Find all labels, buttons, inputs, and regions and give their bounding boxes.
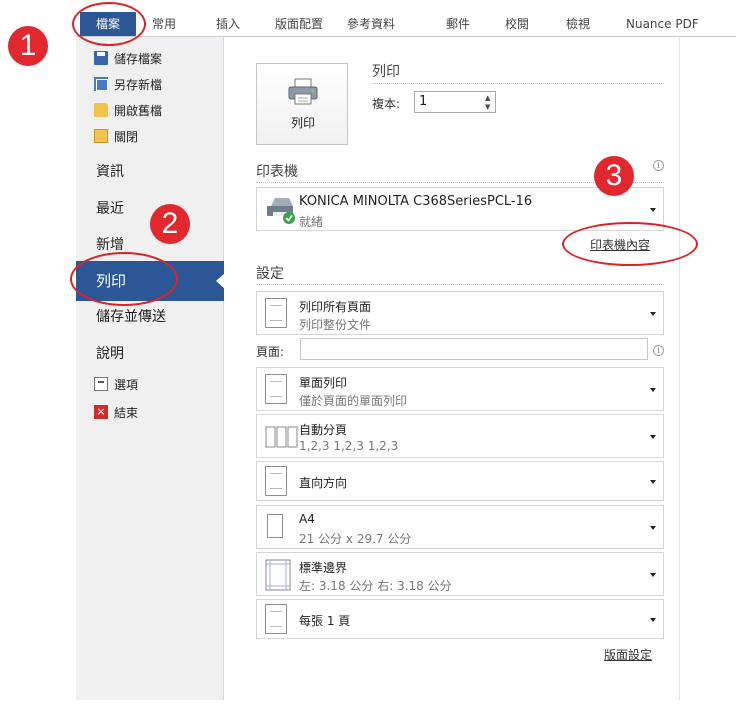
nav-exit-label: 結束	[114, 405, 139, 420]
pages-stack-icon	[265, 298, 287, 328]
printer-info-icon[interactable]: i	[653, 160, 664, 171]
printer-section-title: 印表機	[256, 164, 298, 180]
printer-name: KONICA MINOLTA C368SeriesPCL-16	[299, 194, 533, 209]
paper-size-desc: 21 公分 x 29.7 公分	[299, 532, 412, 546]
nav-item-recent[interactable]: 最近	[96, 198, 124, 218]
nav-close-label: 關閉	[114, 129, 139, 144]
collate-desc: 1,2,3 1,2,3 1,2,3	[299, 439, 399, 453]
tab-references[interactable]: 參考資料	[347, 12, 395, 36]
annotation-ring-printer-properties	[562, 222, 698, 266]
pages-input[interactable]	[300, 338, 648, 360]
pages-per-sheet-title: 每張 1 頁	[299, 614, 351, 628]
printer-icon	[288, 78, 318, 105]
margins-desc: 左: 3.18 公分 右: 3.18 公分	[299, 579, 452, 593]
network-printer-icon	[267, 198, 295, 224]
copies-stepper[interactable]: 1 ▲ ▼	[414, 91, 496, 113]
pages-per-sheet-dropdown[interactable]: 每張 1 頁	[256, 599, 664, 639]
tab-insert[interactable]: 插入	[216, 12, 240, 36]
orientation-title: 直向方向	[299, 476, 348, 490]
backstage-nav: 儲存檔案 另存新檔 開啟舊檔 關閉 資訊 最近 新增 列印 儲存並傳送 說明 選…	[76, 37, 225, 700]
margins-dropdown[interactable]: 標準邊界 左: 3.18 公分 右: 3.18 公分	[256, 552, 664, 596]
pages-label: 頁面:	[256, 345, 285, 359]
chevron-down-icon	[650, 480, 656, 484]
print-title-divider	[372, 83, 664, 84]
margins-icon	[265, 559, 291, 591]
nav-item-save-send[interactable]: 儲存並傳送	[96, 306, 166, 326]
page-setup-link[interactable]: 版面設定	[604, 646, 652, 663]
one-page-per-sheet-icon	[265, 604, 287, 634]
printer-status: 就緒	[299, 215, 324, 229]
copies-label: 複本:	[372, 97, 401, 111]
pages-info-icon[interactable]: i	[653, 345, 664, 356]
tab-page-layout[interactable]: 版面配置	[275, 12, 323, 36]
collated-icon	[265, 426, 298, 448]
chevron-down-icon	[650, 526, 656, 530]
nav-open[interactable]: 開啟舊檔	[94, 101, 162, 119]
save-icon	[94, 51, 108, 65]
chevron-down-icon	[650, 618, 656, 622]
duplex-desc: 僅於頁面的單面列印	[299, 394, 408, 408]
print-range-desc: 列印整份文件	[299, 318, 372, 332]
nav-item-help[interactable]: 說明	[96, 343, 124, 363]
settings-section-title: 設定	[256, 266, 284, 282]
annotation-badge-1: 1	[8, 26, 48, 66]
copies-value: 1	[419, 94, 428, 109]
print-range-dropdown[interactable]: 列印所有頁面 列印整份文件	[256, 291, 664, 335]
nav-item-new[interactable]: 新增	[96, 234, 124, 254]
spin-down-icon[interactable]: ▼	[485, 103, 493, 111]
nav-save-label: 儲存檔案	[114, 51, 163, 66]
chevron-down-icon	[650, 388, 656, 392]
open-folder-icon	[94, 103, 108, 117]
nav-save-as[interactable]: 另存新檔	[94, 75, 162, 93]
print-button[interactable]: 列印	[256, 63, 348, 145]
annotation-ring-file-tab	[72, 2, 146, 46]
collate-dropdown[interactable]: 自動分頁 1,2,3 1,2,3 1,2,3	[256, 414, 664, 458]
nav-save-as-label: 另存新檔	[114, 77, 163, 92]
tab-review[interactable]: 校閱	[505, 12, 529, 36]
paper-size-dropdown[interactable]: A4 21 公分 x 29.7 公分	[256, 505, 664, 549]
print-button-label: 列印	[290, 116, 315, 130]
paper-icon	[267, 514, 283, 538]
duplex-title: 單面列印	[299, 376, 348, 390]
options-icon	[94, 377, 108, 391]
save-as-icon	[94, 77, 108, 91]
collate-title: 自動分頁	[299, 423, 348, 437]
annotation-badge-3: 3	[594, 156, 634, 196]
nav-options[interactable]: 選項	[94, 375, 138, 393]
print-title: 列印	[372, 64, 400, 80]
paper-size-title: A4	[299, 512, 315, 526]
single-sided-icon	[265, 374, 287, 404]
nav-close[interactable]: 關閉	[94, 127, 138, 145]
print-panel: 列印 列印 複本: 1 ▲ ▼ 印表機 i KONICA MINOLTA C36…	[224, 37, 680, 700]
nav-save[interactable]: 儲存檔案	[94, 49, 162, 67]
annotation-badge-2: 2	[150, 204, 190, 244]
nav-exit[interactable]: × 結束	[94, 403, 138, 421]
spin-up-icon[interactable]: ▲	[485, 94, 493, 102]
nav-open-label: 開啟舊檔	[114, 103, 163, 118]
duplex-dropdown[interactable]: 單面列印 僅於頁面的單面列印	[256, 367, 664, 411]
tab-mailings[interactable]: 郵件	[446, 12, 470, 36]
chevron-down-icon	[650, 312, 656, 316]
orientation-dropdown[interactable]: 直向方向	[256, 461, 664, 501]
settings-section-divider	[256, 284, 664, 285]
margins-title: 標準邊界	[299, 561, 348, 575]
exit-icon: ×	[94, 405, 108, 419]
nav-item-info[interactable]: 資訊	[96, 161, 124, 181]
annotation-ring-print	[70, 252, 178, 306]
chevron-down-icon	[650, 208, 656, 212]
close-folder-icon	[94, 129, 108, 143]
print-range-title: 列印所有頁面	[299, 300, 372, 314]
tab-view[interactable]: 檢視	[566, 12, 590, 36]
nav-options-label: 選項	[114, 377, 139, 392]
chevron-down-icon	[650, 435, 656, 439]
chevron-down-icon	[650, 573, 656, 577]
portrait-icon	[265, 466, 287, 496]
tab-home[interactable]: 常用	[152, 12, 176, 36]
tab-nuance-pdf[interactable]: Nuance PDF	[626, 12, 699, 36]
